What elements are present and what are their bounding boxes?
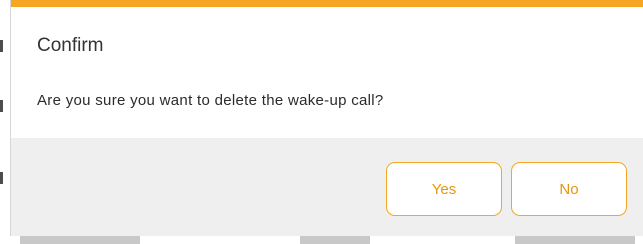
background-border-mark <box>0 40 3 52</box>
dialog-message: Are you sure you want to delete the wake… <box>37 92 384 109</box>
yes-button[interactable]: Yes <box>386 162 502 216</box>
no-button[interactable]: No <box>511 162 627 216</box>
dialog-title: Confirm <box>37 35 104 56</box>
dialog-footer: Yes No <box>11 138 643 236</box>
dialog-accent-bar <box>11 0 643 7</box>
background-border-mark <box>0 172 3 184</box>
screen: Confirm Are you sure you want to delete … <box>0 0 643 244</box>
confirm-dialog: Confirm Are you sure you want to delete … <box>10 0 643 236</box>
background-border-mark <box>0 100 3 112</box>
